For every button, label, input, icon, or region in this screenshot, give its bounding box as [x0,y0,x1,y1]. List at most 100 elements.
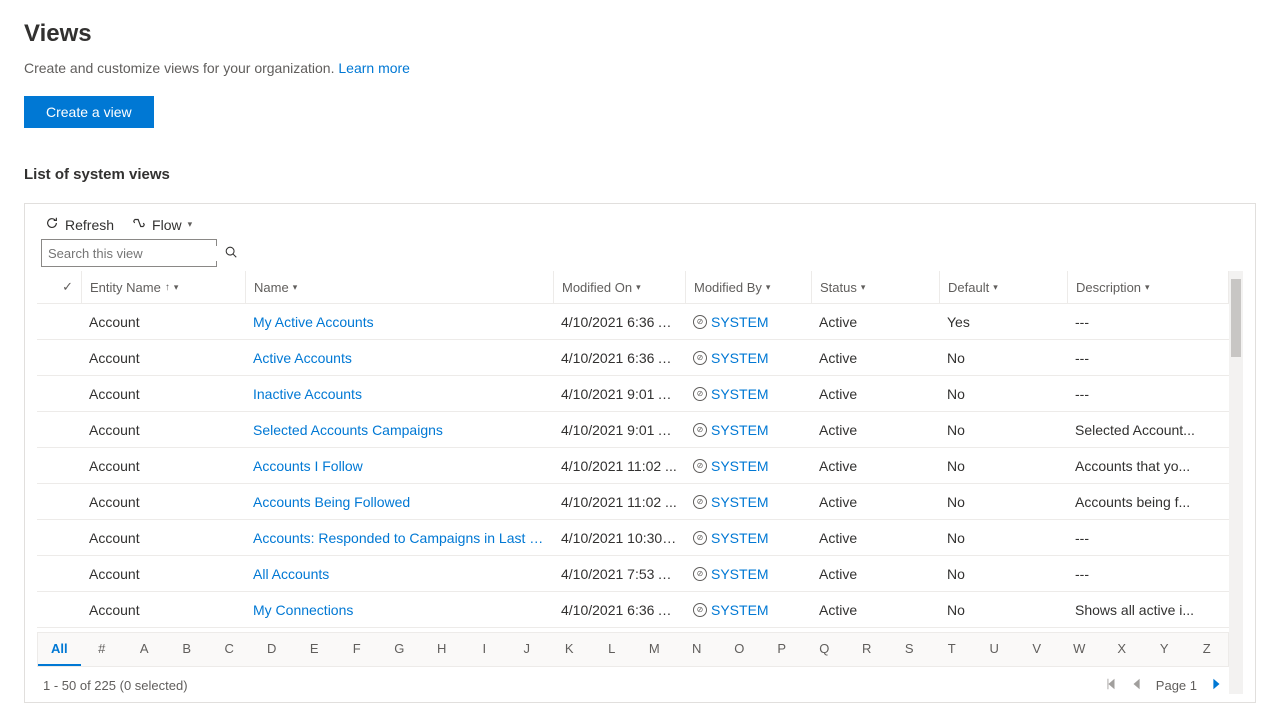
refresh-icon [45,216,59,233]
alpha-h[interactable]: H [421,633,464,666]
cell-name-link[interactable]: Inactive Accounts [245,386,553,402]
disabled-icon: ⊘ [693,351,707,365]
cell-entity: Account [81,386,245,402]
cell-name-link[interactable]: All Accounts [245,566,553,582]
modified-by-link[interactable]: SYSTEM [711,566,769,582]
column-header-name[interactable]: Name ▾ [245,271,553,303]
cell-name-link[interactable]: My Connections [245,602,553,618]
cell-default: No [939,386,1067,402]
alpha-f[interactable]: F [336,633,379,666]
cell-default: No [939,566,1067,582]
cell-name-link[interactable]: Accounts: Responded to Campaigns in Last… [245,530,553,546]
alpha-q[interactable]: Q [803,633,846,666]
column-header-entity[interactable]: Entity Name ↑ ▾ [81,271,245,303]
modified-by-link[interactable]: SYSTEM [711,494,769,510]
cell-modified-on: 4/10/2021 11:02 ... [553,458,685,474]
column-header-description[interactable]: Description ▾ [1067,271,1229,303]
search-input-container[interactable] [41,239,217,267]
cell-modified-by: ⊘SYSTEM [685,314,811,330]
alpha-w[interactable]: W [1058,633,1101,666]
alpha-b[interactable]: B [166,633,209,666]
refresh-button[interactable]: Refresh [45,216,114,233]
alpha-o[interactable]: O [718,633,761,666]
modified-by-link[interactable]: SYSTEM [711,422,769,438]
learn-more-link[interactable]: Learn more [338,60,410,76]
cell-modified-on: 4/10/2021 6:36 AM [553,314,685,330]
alpha-s[interactable]: S [888,633,931,666]
alpha-u[interactable]: U [973,633,1016,666]
cell-default: No [939,458,1067,474]
disabled-icon: ⊘ [693,459,707,473]
cell-default: No [939,422,1067,438]
cell-name-link[interactable]: Accounts Being Followed [245,494,553,510]
modified-by-link[interactable]: SYSTEM [711,314,769,330]
alpha-g[interactable]: G [378,633,421,666]
create-view-button[interactable]: Create a view [24,96,154,128]
column-header-modified-by[interactable]: Modified By ▾ [685,271,811,303]
checkbox-header[interactable]: ✓ [37,271,81,303]
alpha-r[interactable]: R [846,633,889,666]
first-page-icon[interactable] [1104,677,1118,694]
alpha-j[interactable]: J [506,633,549,666]
alpha-v[interactable]: V [1016,633,1059,666]
alpha-y[interactable]: Y [1143,633,1186,666]
table-row[interactable]: AccountMy Active Accounts4/10/2021 6:36 … [37,304,1229,340]
cell-name-link[interactable]: My Active Accounts [245,314,553,330]
alpha-a[interactable]: A [123,633,166,666]
cell-status: Active [811,422,939,438]
alpha-k[interactable]: K [548,633,591,666]
cell-modified-on: 4/10/2021 9:01 AM [553,386,685,402]
table-row[interactable]: AccountSelected Accounts Campaigns4/10/2… [37,412,1229,448]
table-row[interactable]: AccountInactive Accounts4/10/2021 9:01 A… [37,376,1229,412]
record-count: 1 - 50 of 225 (0 selected) [43,678,188,693]
page-subtitle: Create and customize views for your orga… [24,60,1256,76]
scrollbar[interactable] [1229,271,1243,694]
table-row[interactable]: AccountActive Accounts4/10/2021 6:36 AM⊘… [37,340,1229,376]
cell-default: Yes [939,314,1067,330]
column-header-status[interactable]: Status ▾ [811,271,939,303]
cell-default: No [939,602,1067,618]
column-header-default[interactable]: Default ▾ [939,271,1067,303]
cell-status: Active [811,602,939,618]
modified-by-link[interactable]: SYSTEM [711,602,769,618]
alpha-all[interactable]: All [38,633,81,666]
chevron-down-icon: ▾ [293,282,298,293]
alpha-z[interactable]: Z [1186,633,1229,666]
alpha-e[interactable]: E [293,633,336,666]
table-row[interactable]: AccountAccounts Being Followed4/10/2021 … [37,484,1229,520]
disabled-icon: ⊘ [693,531,707,545]
alpha-n[interactable]: N [676,633,719,666]
alpha-#[interactable]: # [81,633,124,666]
table-row[interactable]: AccountAll Accounts4/10/2021 7:53 AM⊘SYS… [37,556,1229,592]
cell-name-link[interactable]: Selected Accounts Campaigns [245,422,553,438]
modified-by-link[interactable]: SYSTEM [711,386,769,402]
sort-asc-icon: ↑ [165,282,170,293]
table-row[interactable]: AccountAccounts: Responded to Campaigns … [37,520,1229,556]
table-row[interactable]: AccountMy Connections4/10/2021 6:36 AM⊘S… [37,592,1229,628]
modified-by-link[interactable]: SYSTEM [711,350,769,366]
modified-by-link[interactable]: SYSTEM [711,530,769,546]
alpha-c[interactable]: C [208,633,251,666]
search-icon[interactable] [224,245,238,262]
alpha-l[interactable]: L [591,633,634,666]
cell-status: Active [811,386,939,402]
cell-entity: Account [81,530,245,546]
cell-name-link[interactable]: Accounts I Follow [245,458,553,474]
cell-entity: Account [81,602,245,618]
alpha-t[interactable]: T [931,633,974,666]
cell-entity: Account [81,314,245,330]
alpha-p[interactable]: P [761,633,804,666]
modified-by-link[interactable]: SYSTEM [711,458,769,474]
scrollbar-thumb[interactable] [1231,279,1241,357]
alpha-m[interactable]: M [633,633,676,666]
table-row[interactable]: AccountAccounts I Follow4/10/2021 11:02 … [37,448,1229,484]
flow-button[interactable]: Flow ▾ [132,216,192,233]
search-input[interactable] [48,246,224,261]
cell-name-link[interactable]: Active Accounts [245,350,553,366]
alpha-d[interactable]: D [251,633,294,666]
prev-page-icon[interactable] [1130,677,1144,694]
alpha-x[interactable]: X [1101,633,1144,666]
next-page-icon[interactable] [1209,677,1223,694]
column-header-modified-on[interactable]: Modified On ▾ [553,271,685,303]
alpha-i[interactable]: I [463,633,506,666]
